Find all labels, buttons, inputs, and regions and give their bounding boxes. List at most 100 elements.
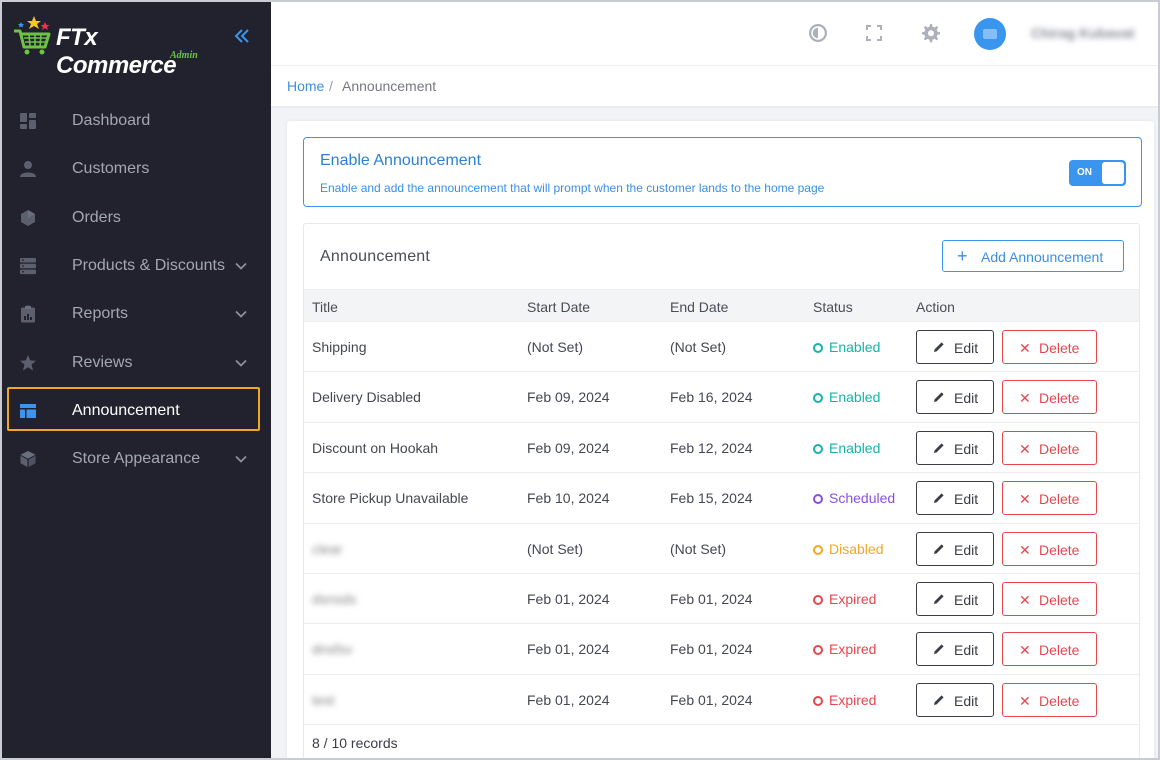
cell-title: Delivery Disabled — [312, 389, 421, 406]
user-name[interactable]: Chirag Kubavat — [1031, 25, 1134, 41]
status-label: Expired — [829, 591, 877, 607]
close-icon: ✕ — [1019, 440, 1031, 457]
announcement-panel: Announcement + Add Announcement Title St… — [303, 223, 1140, 760]
cell-title: clear — [312, 540, 343, 557]
table-row: dsnsds Feb 01, 2024 Feb 01, 2024 Expired Edi… — [304, 574, 1139, 625]
star-icon — [19, 354, 37, 372]
edit-button[interactable]: Edit — [916, 582, 994, 616]
sidebar-item-dashboard[interactable]: Dashboard — [0, 97, 271, 145]
status-badge: Enabled — [813, 440, 880, 456]
collapse-sidebar-icon[interactable] — [232, 26, 252, 46]
delete-button[interactable]: ✕ Delete — [1002, 531, 1097, 566]
delete-button[interactable]: ✕ Delete — [1002, 682, 1097, 717]
chevron-down-icon — [234, 452, 248, 466]
edit-label: Edit — [954, 541, 979, 558]
cell-start-date: Feb 09, 2024 — [527, 389, 610, 406]
status-label: Enabled — [829, 439, 881, 456]
close-icon: ✕ — [1019, 541, 1031, 558]
avatar-icon — [983, 29, 997, 39]
edit-label: Edit — [954, 390, 979, 407]
add-announcement-button[interactable]: + Add Announcement — [942, 240, 1124, 272]
pencil-icon — [934, 443, 944, 453]
edit-label: Edit — [954, 592, 979, 608]
edit-label: Edit — [954, 642, 979, 659]
brand-logo[interactable]: FTx Commerce Admin — [12, 10, 222, 79]
delete-button[interactable]: ✕ Delete — [1002, 481, 1097, 516]
table-row: Store Pickup Unavailable Feb 10, 2024 Feb … — [304, 473, 1139, 524]
delete-button[interactable]: ✕ Delete — [1002, 632, 1097, 667]
brand-subtitle: Admin — [170, 50, 198, 61]
edit-button[interactable]: Edit — [916, 481, 994, 516]
table-row: test Feb 01, 2024 Feb 01, 2024 Expired Edit ✕… — [304, 675, 1139, 726]
cell-end-date: Feb 01, 2024 — [670, 641, 753, 658]
cell-start-date: (Not Set) — [527, 540, 584, 557]
close-icon: ✕ — [1019, 642, 1031, 659]
cell-title: dsnsds — [312, 591, 357, 607]
sidebar-item-customers[interactable]: Customers — [0, 145, 271, 193]
chevron-down-icon — [234, 259, 248, 273]
status-dot-icon — [813, 645, 823, 656]
edit-label: Edit — [954, 440, 979, 457]
sidebar-item-orders[interactable]: Orders — [0, 194, 271, 242]
cell-end-date: (Not Set) — [670, 339, 727, 355]
edit-button[interactable]: Edit — [916, 430, 994, 465]
delete-button[interactable]: ✕ Delete — [1002, 582, 1097, 616]
edit-button[interactable]: Edit — [916, 632, 994, 667]
pencil-icon — [934, 342, 944, 352]
dashboard-icon — [19, 112, 37, 130]
gear-icon[interactable] — [919, 22, 941, 44]
table-row: Shipping (Not Set) (Not Set) Enabled Edit ✕ De… — [304, 322, 1139, 373]
cell-title: Store Pickup Unavailable — [312, 490, 469, 507]
status-dot-icon — [813, 494, 823, 505]
close-icon: ✕ — [1019, 692, 1031, 709]
cell-title: Shipping — [312, 339, 367, 355]
delete-label: Delete — [1039, 491, 1080, 508]
pencil-icon — [934, 543, 944, 554]
chevron-down-icon — [234, 356, 248, 370]
sidebar-item-label: Orders — [72, 208, 121, 226]
sidebar-item-products-discounts[interactable]: Products & Discounts — [0, 242, 271, 290]
sidebar-item-store-appearance[interactable]: Store Appearance — [0, 435, 271, 483]
delete-label: Delete — [1039, 390, 1080, 407]
close-icon: ✕ — [1019, 340, 1031, 356]
status-label: Expired — [829, 641, 877, 658]
sidebar-item-label: Customers — [72, 160, 150, 178]
delete-button[interactable]: ✕ Delete — [1002, 380, 1097, 415]
status-badge: Enabled — [813, 389, 880, 405]
edit-button[interactable]: Edit — [916, 531, 994, 566]
enable-announcement-title: Enable Announcement — [320, 152, 482, 169]
table-row: clear (Not Set) (Not Set) Disabled Edit ✕ Dele… — [304, 524, 1139, 574]
user-icon — [19, 160, 37, 178]
close-icon: ✕ — [1019, 491, 1031, 508]
theme-toggle-icon[interactable] — [807, 22, 829, 44]
edit-button[interactable]: Edit — [916, 330, 994, 364]
avatar[interactable] — [974, 18, 1006, 50]
sidebar-item-reports[interactable]: Reports — [0, 290, 271, 338]
edit-button[interactable]: Edit — [916, 380, 994, 415]
sidebar-item-label: Store Appearance — [72, 450, 201, 468]
column-header-title: Title — [312, 299, 338, 315]
cell-start-date: Feb 01, 2024 — [527, 641, 610, 658]
column-header-action: Action — [916, 299, 955, 315]
sidebar-nav: Dashboard Customers Orders Products & Di… — [0, 97, 271, 483]
delete-button[interactable]: ✕ Delete — [1002, 430, 1097, 465]
sidebar-item-announcement[interactable]: Announcement — [0, 386, 271, 435]
pencil-icon — [934, 392, 944, 403]
sidebar-item-reviews[interactable]: Reviews — [0, 338, 271, 386]
fullscreen-icon[interactable] — [863, 22, 885, 44]
table-row: Delivery Disabled Feb 09, 2024 Feb 16, 202… — [304, 372, 1139, 423]
enable-announcement-toggle[interactable]: ON — [1069, 160, 1126, 186]
breadcrumb-home-link[interactable]: Home — [287, 78, 324, 94]
toggle-label: ON — [1077, 167, 1092, 178]
edit-button[interactable]: Edit — [916, 682, 994, 717]
status-label: Scheduled — [829, 490, 896, 507]
layout-icon — [19, 402, 37, 420]
status-badge: Expired — [813, 692, 876, 708]
status-dot-icon — [813, 393, 823, 404]
clipboard-icon — [19, 305, 37, 323]
cell-title: test — [312, 691, 335, 708]
sidebar-item-label: Reviews — [72, 353, 133, 371]
status-badge: Disabled — [813, 541, 883, 557]
delete-button[interactable]: ✕ Delete — [1002, 330, 1097, 364]
status-label: Disabled — [829, 540, 884, 557]
